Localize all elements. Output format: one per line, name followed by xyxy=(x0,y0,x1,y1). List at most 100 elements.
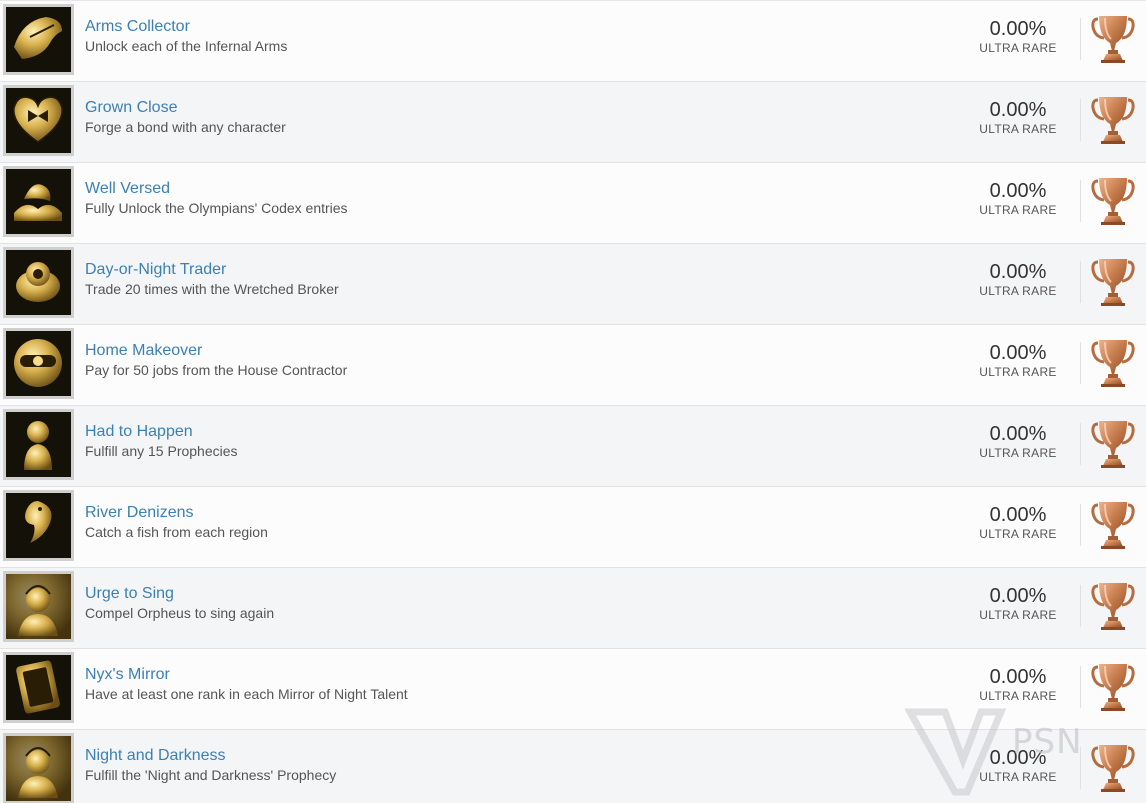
trophy-thumbnail[interactable] xyxy=(3,490,74,561)
trophy-text: Night and Darkness Fulfill the 'Night an… xyxy=(85,746,336,784)
trophy-percent: 0.00% xyxy=(989,342,1047,364)
trophy-description: Unlock each of the Infernal Arms xyxy=(85,38,288,54)
trophy-rarity: 0.00% ULTRA RARE xyxy=(968,666,1068,704)
bronze-trophy-icon xyxy=(1091,664,1135,711)
trophy-title-link[interactable]: Nyx's Mirror xyxy=(85,665,408,685)
divider xyxy=(1080,18,1081,60)
trophy-rarity: 0.00% ULTRA RARE xyxy=(968,423,1068,461)
heart-bond-icon xyxy=(6,88,71,153)
trophy-rarity-label: ULTRA RARE xyxy=(979,770,1057,784)
trophy-thumbnail[interactable] xyxy=(3,166,74,237)
divider xyxy=(1080,666,1081,708)
house-contractor-icon xyxy=(6,331,71,396)
trophy-title-link[interactable]: River Denizens xyxy=(85,503,268,523)
trophy-text: Nyx's Mirror Have at least one rank in e… xyxy=(85,665,408,703)
trophy-list: Arms Collector Unlock each of the Infern… xyxy=(0,0,1146,803)
bronze-trophy-icon xyxy=(1091,178,1135,225)
trophy-thumbnail[interactable] xyxy=(3,652,74,723)
trophy-description: Catch a fish from each region xyxy=(85,524,268,540)
trophy-thumbnail[interactable] xyxy=(3,247,74,318)
trophy-row[interactable]: Grown Close Forge a bond with any charac… xyxy=(0,82,1146,163)
trophy-rarity-label: ULTRA RARE xyxy=(979,689,1057,703)
trophy-description: Fulfill any 15 Prophecies xyxy=(85,443,238,459)
trophy-thumbnail[interactable] xyxy=(3,733,74,803)
trophy-thumbnail[interactable] xyxy=(3,85,74,156)
bronze-trophy-icon xyxy=(1091,97,1135,144)
trophy-text: Day-or-Night Trader Trade 20 times with … xyxy=(85,260,339,298)
trophy-rarity: 0.00% ULTRA RARE xyxy=(968,585,1068,623)
trophy-percent: 0.00% xyxy=(989,18,1047,40)
trophy-row[interactable]: Arms Collector Unlock each of the Infern… xyxy=(0,1,1146,82)
bronze-trophy-icon xyxy=(1091,259,1135,306)
trophy-percent: 0.00% xyxy=(989,180,1047,202)
trophy-title-link[interactable]: Had to Happen xyxy=(85,422,238,442)
trophy-title-link[interactable]: Urge to Sing xyxy=(85,584,274,604)
trophy-text: Grown Close Forge a bond with any charac… xyxy=(85,98,286,136)
trophy-row[interactable]: River Denizens Catch a fish from each re… xyxy=(0,487,1146,568)
trophy-rarity: 0.00% ULTRA RARE xyxy=(968,18,1068,56)
trophy-title-link[interactable]: Day-or-Night Trader xyxy=(85,260,339,280)
trophy-title-link[interactable]: Well Versed xyxy=(85,179,348,199)
divider xyxy=(1080,342,1081,384)
bronze-trophy-icon xyxy=(1091,421,1135,468)
divider xyxy=(1080,504,1081,546)
trophy-row[interactable]: Well Versed Fully Unlock the Olympians' … xyxy=(0,163,1146,244)
fates-statue-icon xyxy=(6,412,71,477)
trophy-title-link[interactable]: Home Makeover xyxy=(85,341,347,361)
trophy-row[interactable]: Nyx's Mirror Have at least one rank in e… xyxy=(0,649,1146,730)
trophy-rarity-label: ULTRA RARE xyxy=(979,608,1057,622)
trophy-percent: 0.00% xyxy=(989,261,1047,283)
trophy-percent: 0.00% xyxy=(989,585,1047,607)
trophy-thumbnail[interactable] xyxy=(3,4,74,75)
orpheus-portrait-icon xyxy=(6,574,71,639)
trophy-text: Had to Happen Fulfill any 15 Prophecies xyxy=(85,422,238,460)
trophy-row[interactable]: Home Makeover Pay for 50 jobs from the H… xyxy=(0,325,1146,406)
divider xyxy=(1080,180,1081,222)
watermark-text: PSN xyxy=(1012,722,1083,762)
trophy-percent: 0.00% xyxy=(989,504,1047,526)
trophy-rarity: 0.00% ULTRA RARE xyxy=(968,504,1068,542)
trophy-description: Have at least one rank in each Mirror of… xyxy=(85,686,408,702)
trophy-rarity: 0.00% ULTRA RARE xyxy=(968,99,1068,137)
bronze-trophy-icon xyxy=(1091,745,1135,792)
trophy-rarity-label: ULTRA RARE xyxy=(979,41,1057,55)
trophy-thumbnail[interactable] xyxy=(3,571,74,642)
bronze-trophy-icon xyxy=(1091,16,1135,63)
divider xyxy=(1080,585,1081,627)
trophy-title-link[interactable]: Arms Collector xyxy=(85,17,287,37)
trophy-rarity-label: ULTRA RARE xyxy=(979,446,1057,460)
trophy-rarity: 0.00% ULTRA RARE xyxy=(968,180,1068,218)
trophy-text: Urge to Sing Compel Orpheus to sing agai… xyxy=(85,584,274,622)
trophy-description: Trade 20 times with the Wretched Broker xyxy=(85,281,339,297)
trophy-row[interactable]: Day-or-Night Trader Trade 20 times with … xyxy=(0,244,1146,325)
bronze-trophy-icon xyxy=(1091,340,1135,387)
fish-icon xyxy=(6,493,71,558)
bronze-trophy-icon xyxy=(1091,583,1135,630)
trophy-description: Fulfill the 'Night and Darkness' Prophec… xyxy=(85,767,337,783)
trophy-rarity-label: ULTRA RARE xyxy=(979,365,1057,379)
trophy-row[interactable]: Had to Happen Fulfill any 15 Prophecies … xyxy=(0,406,1146,487)
trophy-row[interactable]: Night and Darkness Fulfill the 'Night an… xyxy=(0,730,1146,803)
trophy-title-link[interactable]: Grown Close xyxy=(85,98,286,118)
trophy-text: Arms Collector Unlock each of the Infern… xyxy=(85,17,287,55)
trophy-rarity: 0.00% ULTRA RARE xyxy=(968,342,1068,380)
trophy-thumbnail[interactable] xyxy=(3,409,74,480)
trophy-rarity: 0.00% ULTRA RARE xyxy=(968,261,1068,299)
trophy-description: Fully Unlock the Olympians' Codex entrie… xyxy=(85,200,348,216)
trophy-percent: 0.00% xyxy=(989,423,1047,445)
trophy-rarity-label: ULTRA RARE xyxy=(979,284,1057,298)
divider xyxy=(1080,423,1081,465)
bronze-trophy-icon xyxy=(1091,502,1135,549)
trophy-text: Home Makeover Pay for 50 jobs from the H… xyxy=(85,341,347,379)
trophy-description: Pay for 50 jobs from the House Contracto… xyxy=(85,362,348,378)
trophy-description: Compel Orpheus to sing again xyxy=(85,605,275,621)
mirror-of-night-icon xyxy=(6,655,71,720)
trophy-thumbnail[interactable] xyxy=(3,328,74,399)
infernal-arms-icon xyxy=(6,7,71,72)
olympians-codex-icon xyxy=(6,169,71,234)
trophy-row[interactable]: Urge to Sing Compel Orpheus to sing agai… xyxy=(0,568,1146,649)
trophy-percent: 0.00% xyxy=(989,99,1047,121)
trophy-rarity-label: ULTRA RARE xyxy=(979,527,1057,541)
trophy-title-link[interactable]: Night and Darkness xyxy=(85,746,336,766)
trophy-rarity-label: ULTRA RARE xyxy=(979,203,1057,217)
